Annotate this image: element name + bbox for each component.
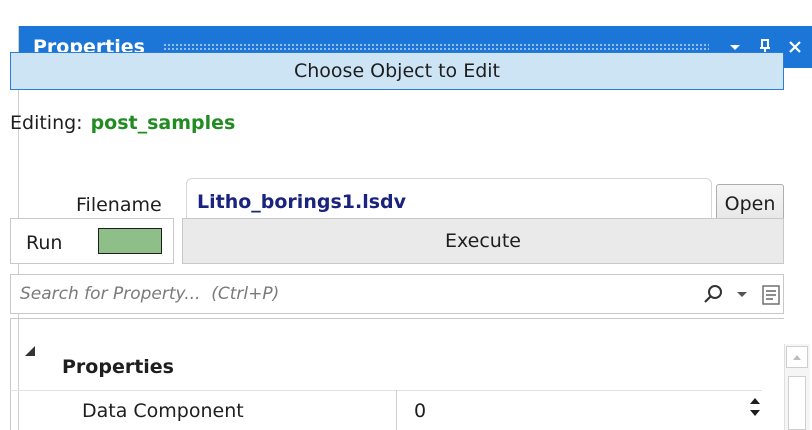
scroll-up-button[interactable]	[786, 346, 808, 368]
filename-label: Filename	[76, 194, 162, 216]
spinner-arrows-icon[interactable]	[748, 392, 762, 422]
chevron-down-icon[interactable]	[734, 286, 750, 302]
run-color-swatch[interactable]	[98, 228, 162, 254]
editing-object-name: post_samples	[90, 112, 236, 134]
chevron-up-icon	[793, 355, 801, 360]
execute-button[interactable]: Execute	[182, 218, 784, 264]
title-bar-grip[interactable]	[163, 43, 709, 51]
row-divider	[10, 390, 762, 391]
collapse-triangle-icon[interactable]	[24, 342, 36, 356]
property-name[interactable]: Data Component	[82, 400, 244, 422]
editing-line: Editing: post_samples	[10, 112, 235, 134]
search-input[interactable]	[20, 282, 640, 306]
property-pages-icon[interactable]	[760, 283, 782, 307]
column-divider[interactable]	[396, 390, 397, 430]
choose-object-button[interactable]: Choose Object to Edit	[10, 52, 784, 90]
close-icon[interactable]	[783, 33, 807, 61]
run-label: Run	[26, 232, 63, 254]
editing-label: Editing:	[10, 112, 83, 134]
category-properties[interactable]: Properties	[62, 356, 174, 378]
scroll-thumb[interactable]	[788, 376, 806, 430]
property-value[interactable]: 0	[414, 400, 426, 422]
search-icon[interactable]	[702, 283, 726, 307]
